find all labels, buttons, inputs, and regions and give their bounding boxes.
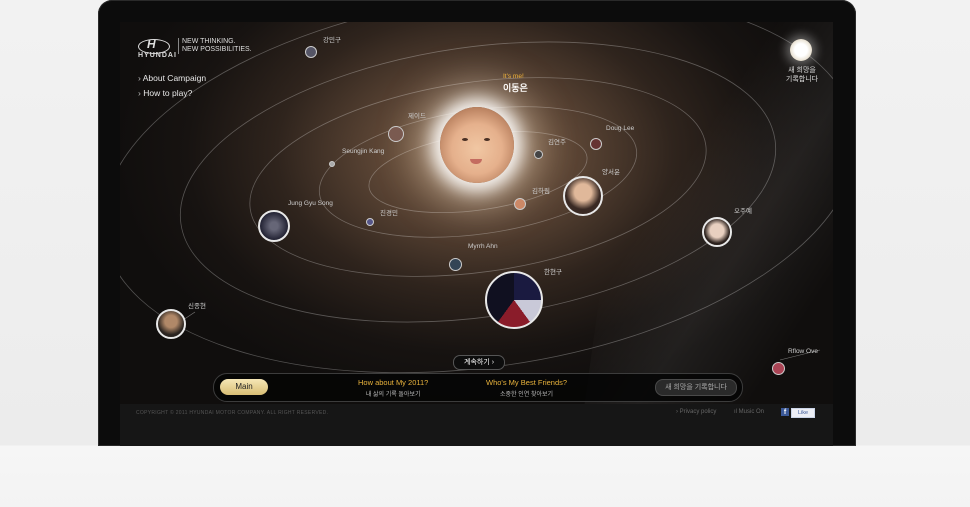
baby-eye-icon	[484, 138, 490, 141]
baby-eye-icon	[462, 138, 468, 141]
friend-planet[interactable]	[772, 362, 785, 375]
friend-label: Seungjin Kang	[342, 148, 385, 155]
friend-label: 오주예	[734, 208, 752, 215]
main-button[interactable]: Main	[220, 379, 268, 395]
new-hope-sun-icon[interactable]	[790, 39, 812, 61]
friend-planet[interactable]	[305, 46, 317, 58]
friend-label: 양서윤	[602, 169, 620, 176]
chevron-right-icon: ›	[491, 359, 495, 366]
friend-label: 김하림	[532, 188, 550, 195]
friend-label: 한현구	[544, 269, 562, 276]
privacy-label: Privacy policy	[679, 409, 717, 415]
copyright-text: COPYRIGHT © 2011 HYUNDAI MOTOR COMPANY. …	[136, 410, 329, 416]
friend-planet[interactable]	[329, 161, 335, 167]
continue-label: 계속하기	[464, 359, 490, 366]
music-label: Music On	[738, 409, 765, 415]
continue-button[interactable]: 계속하기 ›	[453, 355, 506, 370]
tagline-line-1: NEW THINKING.	[182, 38, 236, 45]
menu-title: Who's My Best Friends?	[486, 378, 568, 387]
monitor-frame: HYUNDAI NEW THINKING. NEW POSSIBILITIES.…	[98, 0, 856, 446]
friend-planet[interactable]	[590, 138, 602, 150]
write-hope-button[interactable]: 새 희망을 기록합니다	[655, 379, 737, 396]
hyundai-logo[interactable]: HYUNDAI NEW THINKING. NEW POSSIBILITIES.	[138, 37, 252, 59]
menu-subtitle: 내 삶의 기록 돌아보기	[365, 392, 421, 398]
friend-label: 신종현	[188, 303, 206, 310]
tagline-line-2: NEW POSSIBILITIES.	[182, 46, 252, 53]
friend-planet[interactable]	[485, 271, 543, 329]
its-me-tag: It's me!	[503, 73, 524, 80]
friend-label: Rflow Ove	[788, 348, 818, 355]
baby-mouth-icon	[470, 159, 482, 164]
friend-planet[interactable]	[449, 258, 462, 271]
logo-tagline: NEW THINKING. NEW POSSIBILITIES.	[178, 38, 252, 54]
friend-label: 강민구	[323, 37, 341, 44]
friend-label: Myrrh Ahn	[468, 243, 498, 250]
facebook-icon[interactable]: f	[781, 408, 789, 416]
privacy-policy-link[interactable]: › Privacy policy	[676, 409, 716, 415]
like-label: Like	[797, 410, 809, 416]
friend-planet[interactable]	[563, 176, 603, 216]
menu-my-2011[interactable]: How about My 2011? 내 삶의 기록 돌아보기	[358, 378, 428, 398]
friend-label: 김연주	[548, 139, 566, 146]
nav-about-campaign[interactable]: About Campaign	[138, 73, 206, 83]
friend-planet[interactable]	[388, 126, 404, 142]
orbit-stage: HYUNDAI NEW THINKING. NEW POSSIBILITIES.…	[120, 22, 833, 404]
friend-planet[interactable]	[366, 218, 374, 226]
music-toggle[interactable]: ıl Music On	[734, 409, 764, 415]
friend-label: 진경민	[380, 210, 398, 217]
friend-label: Jung Gyu Song	[288, 200, 333, 207]
main-nav: About Campaign How to play?	[138, 73, 206, 103]
browser-screen: HYUNDAI NEW THINKING. NEW POSSIBILITIES.…	[120, 22, 833, 446]
footer: COPYRIGHT © 2011 HYUNDAI MOTOR COMPANY. …	[120, 404, 833, 446]
friend-planet[interactable]	[534, 150, 543, 159]
sun-label-line-1: 새 희망을	[788, 67, 816, 74]
nav-how-to-play[interactable]: How to play?	[138, 88, 206, 98]
friend-label: Doug Lee	[606, 125, 635, 132]
friend-planet[interactable]	[156, 309, 186, 339]
friend-planet[interactable]	[514, 198, 526, 210]
friend-planet[interactable]	[702, 217, 732, 247]
logo-wordmark: HYUNDAI	[138, 52, 177, 59]
friend-planet[interactable]	[258, 210, 290, 242]
center-user-name: 이동은	[503, 83, 528, 93]
menu-subtitle: 소중한 인연 찾아보기	[500, 392, 554, 398]
menu-title: How about My 2011?	[358, 378, 429, 387]
friend-label: 제이드	[408, 113, 426, 120]
menu-best-friends[interactable]: Who's My Best Friends? 소중한 인연 찾아보기	[486, 378, 567, 398]
sun-label[interactable]: 새 희망을 기록합니다	[778, 66, 826, 84]
facebook-like-button[interactable]: Like	[791, 408, 815, 418]
sun-label-line-2: 기록합니다	[785, 76, 819, 83]
bottom-menu-bar: Main How about My 2011? 내 삶의 기록 돌아보기 Who…	[213, 373, 743, 402]
center-user-avatar[interactable]	[440, 107, 514, 183]
